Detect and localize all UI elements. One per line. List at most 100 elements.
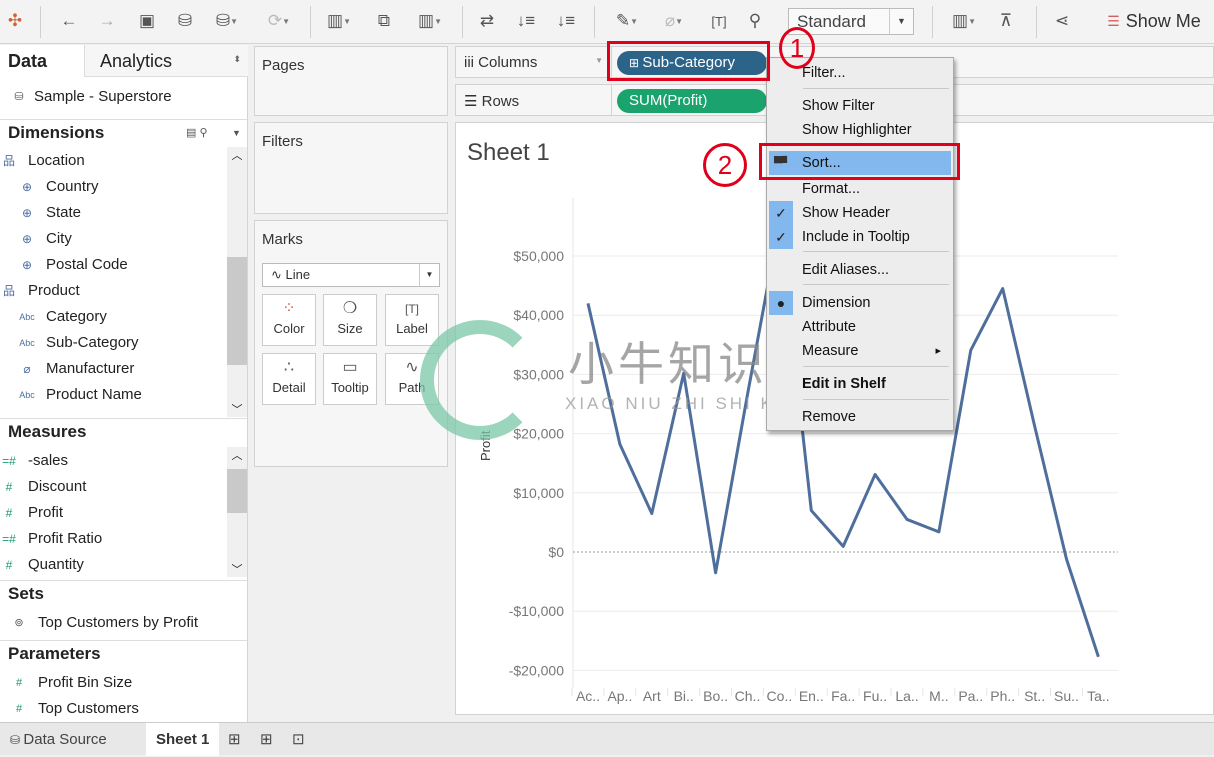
duplicate-sheet-icon[interactable]: ⧉ (372, 8, 396, 34)
new-worksheet-icon[interactable]: ▥▼ (322, 8, 356, 34)
field-item[interactable]: ⊕Postal Code (18, 253, 128, 277)
color-label: Color (273, 321, 304, 336)
number-icon: # (0, 501, 18, 525)
filters-card[interactable]: Filters (254, 122, 448, 214)
menu-item-include-in-tooltip[interactable]: Include in Tooltip (767, 225, 953, 249)
marks-card: Marks ∿ Line▼ ⁘Color ❍Size [T]Label ∴Det… (254, 220, 448, 467)
new-dashboard-icon[interactable]: ⊞ (250, 723, 283, 756)
view-list-icon[interactable]: ▤ ⚲ (186, 120, 208, 146)
label-icon[interactable]: [T] (708, 8, 730, 34)
field-label: Sub-Category (46, 331, 139, 355)
sort-descending-icon[interactable]: ↓≡ (554, 8, 578, 34)
database-icon: ⛁ (10, 85, 28, 109)
field-label: City (46, 227, 72, 251)
new-datasource-icon[interactable]: ⛁ (174, 8, 196, 34)
menu-item-remove[interactable]: Remove (767, 405, 953, 429)
swap-icon[interactable]: ⇄ (475, 8, 499, 34)
field-item[interactable]: ⊕State (18, 201, 81, 225)
menu-item-edit-in-shelf[interactable]: Edit in Shelf (767, 372, 953, 396)
annotation-circle-2: 2 (703, 143, 747, 187)
pages-card[interactable]: Pages (254, 46, 448, 116)
field-item[interactable]: #Discount (0, 475, 86, 499)
field-item[interactable]: ⊕City (18, 227, 72, 251)
dimensions-title: Dimensions (8, 123, 104, 142)
globe-icon: ⊕ (18, 175, 36, 199)
rows-icon: ☰ (464, 93, 482, 110)
parameter-item[interactable]: #Top Customers (10, 697, 139, 721)
show-me-button[interactable]: ☰Show Me (1104, 8, 1204, 34)
y-tick-label: -$20,000 (509, 662, 564, 678)
field-item[interactable]: ⌀Manufacturer (18, 357, 134, 381)
share-icon[interactable]: ⋖ (1050, 8, 1074, 34)
menu-separator (803, 251, 949, 252)
fit-icon[interactable]: ▥▼ (944, 8, 984, 34)
clear-sheet-icon[interactable]: ▥▼ (410, 8, 450, 34)
tableau-logo-icon[interactable]: ✣ (5, 8, 25, 34)
field-item[interactable]: =#Profit Ratio (0, 527, 102, 551)
refresh-icon[interactable]: ⟳▼ (258, 8, 300, 34)
detail-button[interactable]: ∴Detail (262, 353, 316, 405)
sheet-1-tab[interactable]: Sheet 1 (146, 723, 219, 756)
x-tick-label: M.. (929, 688, 948, 704)
color-button[interactable]: ⁘Color (262, 294, 316, 346)
menu-item-label: Show Header (802, 205, 890, 221)
x-tick-label: La.. (895, 688, 918, 704)
menu-item-show-filter[interactable]: Show Filter (767, 94, 953, 118)
field-item[interactable]: 品Location (0, 149, 85, 173)
field-item[interactable]: #Quantity (0, 553, 84, 577)
set-item[interactable]: ⊚Top Customers by Profit (10, 611, 198, 635)
number-icon: # (10, 671, 28, 695)
highlight-icon[interactable]: ✎▼ (608, 8, 646, 34)
tab-data[interactable]: Data (0, 45, 84, 77)
menu-item-format[interactable]: Format... (767, 177, 953, 201)
menu-item-show-header[interactable]: Show Header (767, 201, 953, 225)
menu-item-measure[interactable]: Measure▸ (767, 339, 953, 363)
data-source-tab[interactable]: ⛁ Data Source (0, 723, 117, 756)
presentation-icon[interactable]: ⊼ (994, 8, 1018, 34)
group-icon[interactable]: ⌀▼ (656, 8, 692, 34)
menu-item-show-highlighter[interactable]: Show Highlighter (767, 118, 953, 142)
calc-number-icon: =# (0, 527, 18, 551)
field-label: Category (46, 305, 107, 329)
menu-item-attribute[interactable]: Attribute (767, 315, 953, 339)
sum-profit-pill[interactable]: SUM(Profit) (617, 89, 767, 113)
field-item[interactable]: AbcSub-Category (18, 331, 139, 355)
path-button[interactable]: ∿Path (385, 353, 439, 405)
field-item[interactable]: ⊕Country (18, 175, 99, 199)
parameter-item[interactable]: #Profit Bin Size (10, 671, 132, 695)
save-icon[interactable]: ▣ (136, 8, 158, 34)
checkmark-icon: ✓ (769, 225, 793, 249)
hierarchy-icon: 品 (0, 279, 18, 303)
menu-item-dimension[interactable]: Dimension (767, 291, 953, 315)
field-item[interactable]: AbcCategory (18, 305, 107, 329)
undo-icon[interactable]: ← (58, 8, 80, 34)
field-item[interactable]: #Profit (0, 501, 63, 525)
size-button[interactable]: ❍Size (323, 294, 377, 346)
field-item[interactable]: 品Product (0, 279, 80, 303)
dimensions-scrollbar[interactable]: ︿﹀ (227, 147, 247, 417)
measures-scrollbar[interactable]: ︿﹀ (227, 447, 247, 577)
new-story-icon[interactable]: ⊡ (282, 723, 315, 756)
dimensions-menu-icon[interactable]: ▼ (232, 120, 241, 146)
field-item[interactable]: AbcProduct Name (18, 383, 142, 407)
x-tick-label: Art (643, 688, 661, 704)
parameter-label: Top Customers (38, 697, 139, 721)
mark-type-dropdown[interactable]: ∿ Line▼ (262, 263, 440, 287)
menu-separator (803, 284, 949, 285)
new-worksheet-icon[interactable]: ⊞ (218, 723, 251, 756)
menu-item-label: Remove (802, 409, 856, 425)
pin-icon[interactable]: ⚲ (744, 8, 766, 34)
label-button[interactable]: [T]Label (385, 294, 439, 346)
redo-icon[interactable]: → (96, 8, 118, 34)
tab-analytics[interactable]: Analytics⬍ (84, 45, 248, 77)
pause-updates-icon[interactable]: ⛁▼ (212, 8, 242, 34)
menu-item-label: Filter... (802, 65, 846, 81)
tooltip-button[interactable]: ▭Tooltip (323, 353, 377, 405)
field-item[interactable]: =#-sales (0, 449, 68, 473)
x-tick-label: St.. (1024, 688, 1045, 704)
columns-icon: iii (464, 54, 478, 71)
datasource-item[interactable]: ⛁Sample - Superstore (10, 85, 172, 109)
x-tick-label: Ac.. (576, 688, 600, 704)
menu-item-edit-aliases[interactable]: Edit Aliases... (767, 258, 953, 282)
sort-ascending-icon[interactable]: ↓≡ (514, 8, 538, 34)
